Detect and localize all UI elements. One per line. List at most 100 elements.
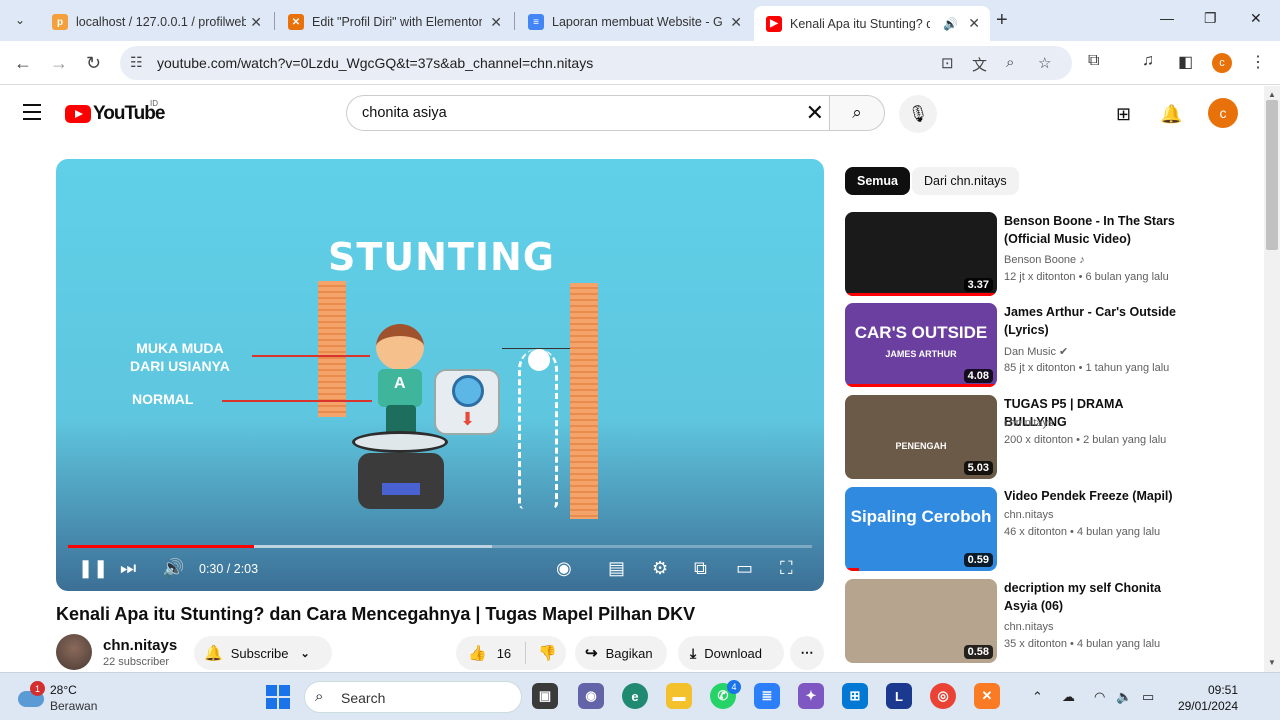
recommended-video-title[interactable]: James Arthur - Car's Outside (Lyrics) bbox=[1004, 303, 1184, 339]
more-actions-button[interactable]: ⋯ bbox=[790, 636, 824, 670]
chevron-up-icon[interactable]: ⌃ bbox=[1032, 689, 1043, 705]
windows-start-icon[interactable] bbox=[266, 685, 290, 709]
restore-icon[interactable]: ❐ bbox=[1204, 10, 1217, 27]
video-thumbnail[interactable]: CAR'S OUTSIDE JAMES ARTHUR 4.08 bbox=[845, 303, 997, 387]
miniplayer-icon[interactable]: ⧉ bbox=[694, 558, 707, 579]
bookmark-star-icon[interactable]: ☆ bbox=[1038, 54, 1051, 72]
recommended-channel[interactable]: chn.nitays bbox=[1004, 621, 1054, 633]
clear-search-icon[interactable]: ✕ bbox=[806, 100, 824, 126]
settings-gear-icon[interactable]: ⚙ bbox=[652, 558, 668, 579]
scroll-thumb[interactable] bbox=[1266, 100, 1278, 250]
video-thumbnail[interactable]: Sipaling Ceroboh 0.59 bbox=[845, 487, 997, 571]
chip-from-channel[interactable]: Dari chn.nitays bbox=[912, 167, 1019, 195]
subscribe-button[interactable]: 🔔 Subscribe ⌄ bbox=[194, 636, 332, 670]
fullscreen-icon[interactable]: ⛶ bbox=[780, 558, 793, 579]
page-scrollbar[interactable]: ▲ ▼ bbox=[1264, 86, 1280, 672]
recommended-channel[interactable]: chn.nitays bbox=[1004, 417, 1054, 429]
speaker-icon[interactable]: 🔊 bbox=[943, 17, 958, 31]
search-button[interactable]: ⌕ bbox=[829, 95, 885, 131]
recommended-video-title[interactable]: Video Pendek Freeze (Mapil) bbox=[1004, 487, 1184, 505]
tab-localhost[interactable]: p localhost / 127.0.0.1 / profilweb ✕ bbox=[40, 6, 272, 38]
edge-browser-icon[interactable]: e bbox=[622, 683, 648, 709]
chrome-icon[interactable]: ◎ bbox=[930, 683, 956, 709]
teams-icon[interactable]: ◉ bbox=[578, 683, 604, 709]
task-view-icon[interactable]: ▣ bbox=[532, 683, 558, 709]
video-thumbnail[interactable]: PENENGAH 5.03 bbox=[845, 395, 997, 479]
next-video-icon[interactable]: ⏭ bbox=[120, 558, 136, 579]
xampp-icon[interactable]: ✕ bbox=[974, 683, 1000, 709]
search-input[interactable]: chonita asiya ✕ bbox=[346, 95, 830, 131]
like-icon[interactable]: 👍 bbox=[468, 644, 487, 662]
wifi-icon[interactable]: ◠ bbox=[1094, 689, 1105, 705]
autoplay-toggle-icon[interactable]: ◉ bbox=[556, 558, 572, 579]
microsoft-store-icon[interactable]: ⊞ bbox=[842, 683, 868, 709]
video-player[interactable]: STUNTING MUKA MUDA DARI USIANYA NORMAL A… bbox=[56, 159, 824, 591]
close-icon[interactable]: ✕ bbox=[250, 14, 262, 31]
download-button[interactable]: ⤓ Download bbox=[678, 636, 784, 670]
pause-icon[interactable]: ❚❚ bbox=[78, 558, 108, 579]
menu-icon[interactable] bbox=[23, 104, 41, 125]
recommended-channel[interactable]: Dan Music ✔ bbox=[1004, 345, 1068, 358]
taskbar-search-box[interactable]: ⌕ Search bbox=[304, 681, 522, 713]
recommended-video-title[interactable]: decription my self Chonita Asyia (06) bbox=[1004, 579, 1184, 615]
l-app-icon[interactable]: L bbox=[886, 683, 912, 709]
scroll-down-arrow-icon[interactable]: ▼ bbox=[1268, 658, 1276, 667]
recommended-video-item[interactable]: 0.58 decription my self Chonita Asyia (0… bbox=[845, 579, 1185, 663]
file-explorer-icon[interactable]: ▬ bbox=[666, 683, 692, 709]
profile-avatar[interactable]: c bbox=[1212, 53, 1232, 73]
youtube-logo[interactable]: YouTube ID bbox=[65, 99, 165, 125]
channel-name[interactable]: chn.nitays bbox=[103, 637, 177, 654]
recommended-video-item[interactable]: PENENGAH 5.03 TUGAS P5 | DRAMA BULLYING … bbox=[845, 395, 1185, 479]
reload-icon[interactable]: ↻ bbox=[86, 53, 101, 74]
theater-mode-icon[interactable]: ▭ bbox=[736, 558, 753, 579]
system-clock[interactable]: 09:51 29/01/2024 bbox=[1176, 682, 1238, 714]
video-thumbnail[interactable]: 3.37 bbox=[845, 212, 997, 296]
extensions-icon[interactable]: ⧉ bbox=[1088, 52, 1099, 70]
recommended-video-item[interactable]: Sipaling Ceroboh 0.59 Video Pendek Freez… bbox=[845, 487, 1185, 571]
address-bar[interactable]: ☷ youtube.com/watch?v=0Lzdu_WgcGQ&t=37s&… bbox=[120, 46, 1072, 80]
recommended-video-item[interactable]: CAR'S OUTSIDE JAMES ARTHUR 4.08 James Ar… bbox=[845, 303, 1185, 387]
recommended-channel[interactable]: chn.nitays bbox=[1004, 509, 1054, 521]
url-text[interactable]: youtube.com/watch?v=0Lzdu_WgcGQ&t=37s&ab… bbox=[157, 55, 593, 71]
translate-icon[interactable]: 文 bbox=[972, 54, 987, 75]
notepad-icon[interactable]: ≣ bbox=[754, 683, 780, 709]
install-app-icon[interactable]: ⊡ bbox=[941, 54, 954, 72]
create-video-icon[interactable]: ⊞ bbox=[1116, 104, 1131, 125]
browser-menu-icon[interactable]: ⋮ bbox=[1250, 52, 1266, 72]
zoom-icon[interactable]: ⌕ bbox=[1006, 54, 1014, 71]
forward-arrow-icon[interactable]: → bbox=[50, 53, 68, 74]
copilot-icon[interactable]: ✦ bbox=[798, 683, 824, 709]
volume-muted-icon[interactable]: 🔈 bbox=[1116, 689, 1132, 705]
share-button[interactable]: ↪ Bagikan bbox=[575, 636, 667, 670]
back-arrow-icon[interactable]: ← bbox=[14, 53, 32, 74]
minimize-icon[interactable]: — bbox=[1160, 10, 1174, 26]
progress-bar[interactable] bbox=[68, 545, 812, 548]
site-settings-icon[interactable]: ☷ bbox=[130, 54, 143, 71]
side-panel-icon[interactable]: ◧ bbox=[1178, 52, 1193, 72]
tab-google-docs[interactable]: ≡ Laporan membuat Website - Go ✕ bbox=[516, 6, 752, 38]
video-thumbnail[interactable]: 0.58 bbox=[845, 579, 997, 663]
subtitles-icon[interactable]: ▤ bbox=[608, 558, 625, 579]
volume-icon[interactable]: 🔊 bbox=[162, 558, 184, 579]
tab-youtube-active[interactable]: ▶ Kenali Apa itu Stunting? dan 🔊 ✕ bbox=[754, 6, 990, 41]
chip-all[interactable]: Semua bbox=[845, 167, 910, 195]
recommended-channel[interactable]: Benson Boone ♪ bbox=[1004, 254, 1085, 266]
search-query-text[interactable]: chonita asiya bbox=[362, 105, 447, 121]
battery-icon[interactable]: ▭ bbox=[1142, 689, 1154, 705]
window-close-icon[interactable]: ✕ bbox=[1250, 10, 1262, 27]
like-count[interactable]: 16 bbox=[497, 646, 511, 661]
recommended-video-title[interactable]: Benson Boone - In The Stars (Official Mu… bbox=[1004, 212, 1184, 248]
tab-elementor[interactable]: ✕ Edit "Profil Diri" with Elementor ✕ bbox=[276, 6, 512, 38]
account-avatar[interactable]: c bbox=[1208, 98, 1238, 128]
recommended-video-item[interactable]: 3.37 Benson Boone - In The Stars (Offici… bbox=[845, 212, 1185, 296]
onedrive-cloud-icon[interactable]: ☁ bbox=[1062, 689, 1075, 705]
media-control-icon[interactable]: ♫ bbox=[1142, 52, 1154, 70]
dislike-icon[interactable]: 👎 bbox=[538, 644, 557, 662]
scroll-up-arrow-icon[interactable]: ▲ bbox=[1268, 90, 1276, 99]
channel-avatar[interactable] bbox=[56, 634, 92, 670]
close-icon[interactable]: ✕ bbox=[968, 15, 980, 32]
voice-search-button[interactable]: 🎙 bbox=[899, 95, 937, 133]
tab-search-icon[interactable]: ⌄ bbox=[8, 8, 32, 32]
close-icon[interactable]: ✕ bbox=[730, 14, 742, 31]
notifications-bell-icon[interactable]: 🔔 bbox=[1160, 104, 1182, 125]
